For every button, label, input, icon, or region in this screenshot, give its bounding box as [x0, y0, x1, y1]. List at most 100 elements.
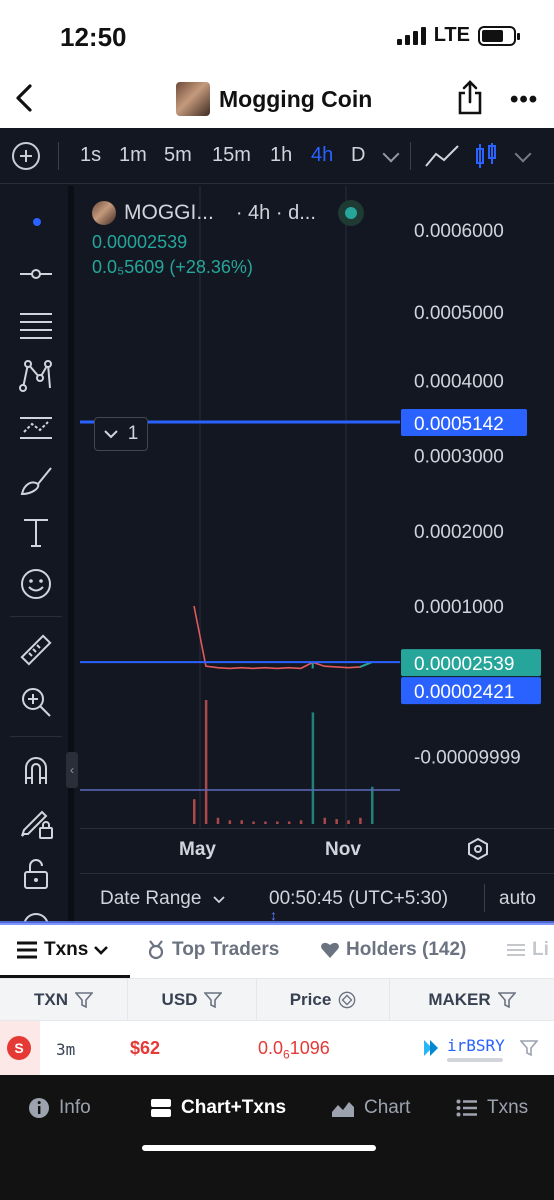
price-chart[interactable]: 0.0006000 0.0004000 0.0003000 0.0002000 0.00… — [80, 186, 554, 836]
filter-icon[interactable] — [204, 991, 223, 1009]
volume-bar — [287, 821, 291, 824]
nav-txns[interactable]: Txns — [456, 1097, 528, 1119]
volume-bar — [335, 819, 338, 824]
price-line-tag-text: 0.0005142 — [414, 414, 504, 435]
horizontal-line-tool-icon[interactable] — [18, 256, 54, 292]
more-button[interactable]: ••• — [510, 86, 538, 114]
x-tick-label: May — [179, 839, 216, 860]
market-status-icon — [337, 200, 364, 226]
nav-chart[interactable]: Chart — [331, 1097, 410, 1119]
chevron-down-icon — [213, 896, 225, 904]
col-label: TXN — [34, 990, 68, 1009]
chart-legend: MOGGI... · 4h · d... 0.00002539 0.0₅5609… — [92, 200, 364, 278]
timezone-clock[interactable]: 00:50:45 (UTC+5:30) — [269, 888, 448, 910]
bottom-nav: Info Chart+Txns Chart Txns — [0, 1075, 554, 1200]
timeframe-15m[interactable]: 15m — [212, 144, 251, 167]
status-time: 12:50 — [60, 22, 127, 52]
filter-icon[interactable] — [75, 991, 93, 1009]
datebar-divider — [484, 884, 485, 912]
home-indicator — [142, 1145, 376, 1151]
pattern-tool-icon[interactable] — [18, 358, 54, 394]
wallet-logo-icon — [424, 1040, 438, 1056]
y-tick-label: 0.0006000 — [414, 221, 504, 242]
resize-handle-icon[interactable]: ↕ — [270, 908, 277, 922]
tab-liquidity[interactable]: Li — [506, 939, 549, 961]
crosshair-dot-icon[interactable] — [33, 218, 41, 226]
ruler-tool-icon[interactable] — [18, 632, 54, 668]
back-button[interactable] — [10, 78, 40, 118]
volume-bar — [240, 820, 243, 824]
token-avatar — [176, 82, 210, 116]
active-tab-indicator — [0, 975, 130, 978]
tab-txns[interactable]: Txns — [16, 939, 109, 961]
tool-divider — [10, 736, 62, 737]
nav-label: Txns — [487, 1097, 529, 1118]
add-indicator-icon[interactable] — [12, 142, 40, 170]
price-digits: 1096 — [289, 1038, 330, 1058]
volume-bar — [252, 821, 255, 824]
volume-bar — [216, 817, 220, 824]
token-name: Mogging Coin — [219, 85, 373, 112]
volume-bar — [299, 820, 303, 824]
network-label: LTE — [433, 24, 470, 46]
battery-icon — [478, 25, 520, 46]
table-row[interactable]: S 3m $62 0.061096 irBSRY — [0, 1021, 554, 1075]
maker-address[interactable]: irBSRY — [447, 1036, 505, 1055]
unlock-icon[interactable] — [18, 856, 54, 892]
split-view-icon — [151, 1099, 171, 1117]
candlestick-icon[interactable] — [474, 142, 498, 170]
timeframe-dropdown-icon[interactable] — [382, 145, 400, 163]
eye-icon[interactable] — [18, 908, 54, 922]
tab-label: Holders (142) — [346, 939, 467, 960]
brush-tool-icon[interactable] — [18, 462, 54, 498]
drawing-toolbar — [0, 186, 74, 923]
timeframe-4h[interactable]: 4h — [311, 144, 333, 167]
magnet-tool-icon[interactable] — [18, 752, 54, 788]
filter-icon[interactable] — [497, 991, 516, 1009]
chart-settings-icon[interactable] — [466, 837, 490, 861]
time-axis[interactable]: May Nov — [80, 828, 554, 870]
emoji-tool-icon[interactable] — [18, 566, 54, 602]
area-chart-icon — [332, 1102, 354, 1117]
timeframe-1s[interactable]: 1s — [80, 144, 101, 167]
share-button[interactable] — [456, 80, 484, 116]
timeframe-D[interactable]: D — [351, 144, 365, 167]
txn-age: 3m — [56, 1040, 76, 1059]
lock-drawings-icon[interactable] — [18, 804, 54, 840]
col-maker[interactable]: MAKER — [390, 979, 554, 1021]
date-range-bar: Date Range 00:50:45 (UTC+5:30) auto — [80, 873, 554, 923]
col-usd[interactable]: USD — [128, 979, 257, 1021]
nav-label: Info — [59, 1097, 91, 1118]
line-chart-icon[interactable] — [424, 144, 460, 168]
price-toggle-icon[interactable] — [338, 991, 356, 1009]
volume-bar — [228, 820, 232, 824]
chart-type-dropdown-icon[interactable] — [514, 145, 532, 163]
prediction-tool-icon[interactable] — [18, 410, 54, 446]
tab-top-traders[interactable]: Top Traders — [146, 939, 279, 961]
info-icon — [29, 1098, 49, 1118]
legend-interval: · 4h · d... — [235, 201, 316, 224]
timeframe-1h[interactable]: 1h — [270, 144, 292, 167]
nav-info[interactable]: Info — [28, 1097, 91, 1119]
date-range-button[interactable]: Date Range — [100, 888, 225, 910]
tab-label: Top Traders — [172, 939, 280, 960]
y-tick-label: -0.00009999 — [414, 747, 521, 768]
date-range-label: Date Range — [100, 888, 202, 909]
tab-holders[interactable]: Holders (142) — [320, 939, 466, 961]
nav-chart-txns[interactable]: Chart+Txns — [150, 1097, 286, 1119]
fib-tool-icon[interactable] — [18, 306, 54, 342]
zoom-in-tool-icon[interactable] — [18, 684, 54, 720]
volume-bar — [276, 821, 279, 824]
collapse-toolbar-button[interactable]: ‹ — [66, 752, 78, 788]
legend-collapse-button[interactable]: 1 — [94, 417, 148, 451]
chart-toolbar: 1s 1m 5m 15m 1h 4h D — [0, 128, 554, 184]
text-tool-icon[interactable] — [18, 514, 54, 550]
filter-maker-icon[interactable] — [520, 1039, 538, 1057]
status-right: LTE — [396, 24, 520, 47]
status-bar: 12:50 LTE — [0, 0, 554, 70]
timeframe-1m[interactable]: 1m — [119, 144, 147, 167]
auto-scale-toggle[interactable]: auto — [499, 888, 536, 910]
col-price[interactable]: Price — [257, 979, 390, 1021]
timeframe-5m[interactable]: 5m — [164, 144, 192, 167]
col-txn[interactable]: TXN — [0, 979, 128, 1021]
